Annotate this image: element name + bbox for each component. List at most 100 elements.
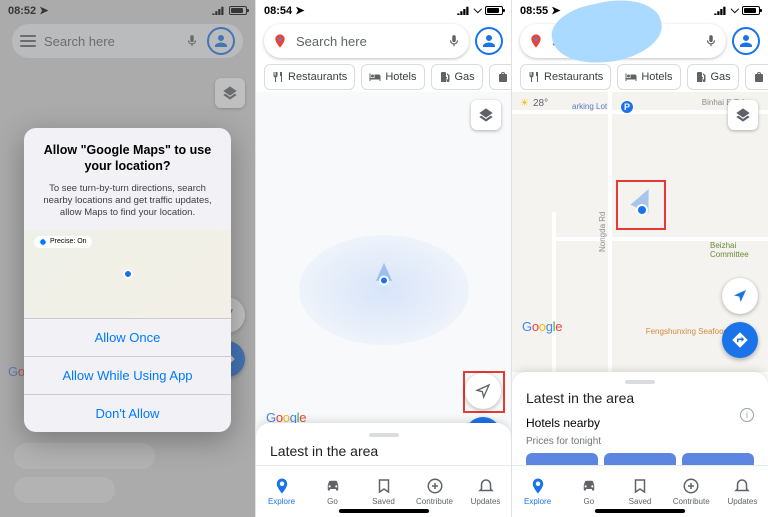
- search-bar[interactable]: Search here: [264, 24, 469, 58]
- bookmark-icon: [375, 477, 393, 495]
- account-button[interactable]: [475, 27, 503, 55]
- my-location-button[interactable]: [722, 278, 758, 314]
- location-arrow-icon: ➤: [295, 5, 304, 17]
- my-location-dot: [379, 275, 389, 285]
- maps-pin-icon: [528, 33, 544, 49]
- info-icon[interactable]: i: [740, 408, 754, 422]
- category-chips: Restaurants Hotels Gas Shopping: [512, 64, 768, 94]
- sheet-caption: Prices for tonight: [526, 436, 754, 447]
- precise-toggle[interactable]: Precise: On: [34, 236, 92, 248]
- wifi-icon: ⌵: [474, 4, 482, 17]
- pin-icon: [529, 477, 547, 495]
- sheet-handle[interactable]: [369, 433, 399, 437]
- layers-icon: [478, 107, 494, 123]
- plus-circle-icon: [682, 477, 700, 495]
- road: [608, 92, 612, 372]
- mic-icon[interactable]: [704, 32, 718, 50]
- bag-icon: [497, 71, 509, 83]
- chip-restaurants[interactable]: Restaurants: [520, 64, 611, 90]
- person-icon: [737, 32, 755, 50]
- location-arrow-icon: ➤: [551, 5, 560, 17]
- nav-explore[interactable]: Explore: [256, 466, 307, 517]
- sheet-title: Latest in the area: [526, 390, 754, 406]
- poi-beizhai: Beizhai Committee: [710, 242, 766, 260]
- road: [552, 212, 556, 372]
- location-permission-modal: Allow "Google Maps" to use your location…: [24, 128, 231, 432]
- bell-icon: [477, 477, 495, 495]
- fork-knife-icon: [272, 71, 284, 83]
- chip-hotels[interactable]: Hotels: [361, 64, 424, 90]
- bed-icon: [625, 71, 637, 83]
- my-location-button[interactable]: [465, 373, 501, 409]
- car-icon: [580, 477, 598, 495]
- bag-icon: [753, 71, 765, 83]
- category-chips: Restaurants Hotels Gas Shopping: [256, 64, 511, 94]
- road-label-nongda: Nongda Rd: [598, 212, 607, 252]
- search-placeholder: Search here: [296, 34, 439, 49]
- bottom-sheet[interactable]: Latest in the area: [256, 423, 511, 465]
- allow-once-button[interactable]: Allow Once: [24, 318, 231, 356]
- chip-shopping[interactable]: Shopping: [745, 64, 768, 90]
- highlight-location-dot: [616, 180, 666, 230]
- plus-circle-icon: [426, 477, 444, 495]
- wifi-icon: ⌵: [731, 4, 739, 17]
- person-icon: [480, 32, 498, 50]
- nav-updates[interactable]: Updates: [717, 466, 768, 517]
- sheet-subtitle: Hotels nearby: [526, 416, 754, 430]
- modal-title: Allow "Google Maps" to use your location…: [40, 142, 215, 175]
- directions-icon: [731, 331, 749, 349]
- bell-icon: [733, 477, 751, 495]
- status-time: 08:55: [520, 5, 548, 17]
- gas-icon: [439, 71, 451, 83]
- chip-gas[interactable]: Gas: [431, 64, 483, 90]
- bed-icon: [369, 71, 381, 83]
- map-canvas[interactable]: Google: [256, 92, 511, 465]
- home-indicator: [339, 509, 429, 513]
- accuracy-radius: [299, 235, 469, 345]
- mic-icon[interactable]: [447, 32, 461, 50]
- layers-button[interactable]: [728, 100, 758, 130]
- status-time: 08:54: [264, 5, 292, 17]
- map-canvas[interactable]: Binhai E Rd Nongda Rd ☀ 28° P arking Lot…: [512, 92, 768, 372]
- crosshair-icon: [39, 238, 47, 246]
- maps-pin-icon: [272, 33, 288, 49]
- layers-button[interactable]: [471, 100, 501, 130]
- battery-icon: [485, 6, 503, 15]
- modal-body: To see turn-by-turn directions, search n…: [24, 183, 231, 230]
- weather-chip[interactable]: ☀ 28°: [520, 98, 548, 109]
- account-button[interactable]: [732, 27, 760, 55]
- allow-while-using-button[interactable]: Allow While Using App: [24, 356, 231, 394]
- nav-explore[interactable]: Explore: [512, 466, 563, 517]
- bottom-sheet[interactable]: Latest in the area Hotels nearby Prices …: [512, 372, 768, 465]
- dont-allow-button[interactable]: Don't Allow: [24, 394, 231, 432]
- sheet-handle[interactable]: [625, 380, 655, 384]
- sheet-title: Latest in the area: [270, 443, 497, 459]
- chip-hotels[interactable]: Hotels: [617, 64, 680, 90]
- fork-knife-icon: [528, 71, 540, 83]
- home-indicator: [595, 509, 685, 513]
- location-dot-icon: [123, 269, 133, 279]
- chip-shopping[interactable]: Shopping: [489, 64, 511, 90]
- battery-icon: [742, 6, 760, 15]
- signal-icon: [457, 6, 471, 15]
- parking-icon[interactable]: P: [620, 100, 634, 114]
- chip-gas[interactable]: Gas: [687, 64, 739, 90]
- directions-button[interactable]: [722, 322, 758, 358]
- nav-updates[interactable]: Updates: [460, 466, 511, 517]
- google-logo: Google: [522, 319, 562, 334]
- sun-icon: ☀: [520, 98, 529, 109]
- signal-icon: [714, 6, 728, 15]
- poi-parking-label: arking Lot: [572, 102, 607, 111]
- location-arrow-icon: [732, 288, 748, 304]
- chip-restaurants[interactable]: Restaurants: [264, 64, 355, 90]
- phone-3-map: 08:55 ➤ ⌵ Search here Restaurants Hotels…: [512, 0, 768, 517]
- location-arrow-icon: [475, 383, 491, 399]
- status-bar: 08:54 ➤ ⌵: [256, 0, 511, 18]
- bookmark-icon: [631, 477, 649, 495]
- gas-icon: [695, 71, 707, 83]
- phone-2-centered: 08:54 ➤ ⌵ Search here Restaurants Hotels…: [256, 0, 512, 517]
- phone-1-permission: 08:52 ➤ Search here Google Allow "Google: [0, 0, 256, 517]
- modal-map-preview: Precise: On: [24, 230, 231, 318]
- pin-icon: [273, 477, 291, 495]
- layers-icon: [735, 107, 751, 123]
